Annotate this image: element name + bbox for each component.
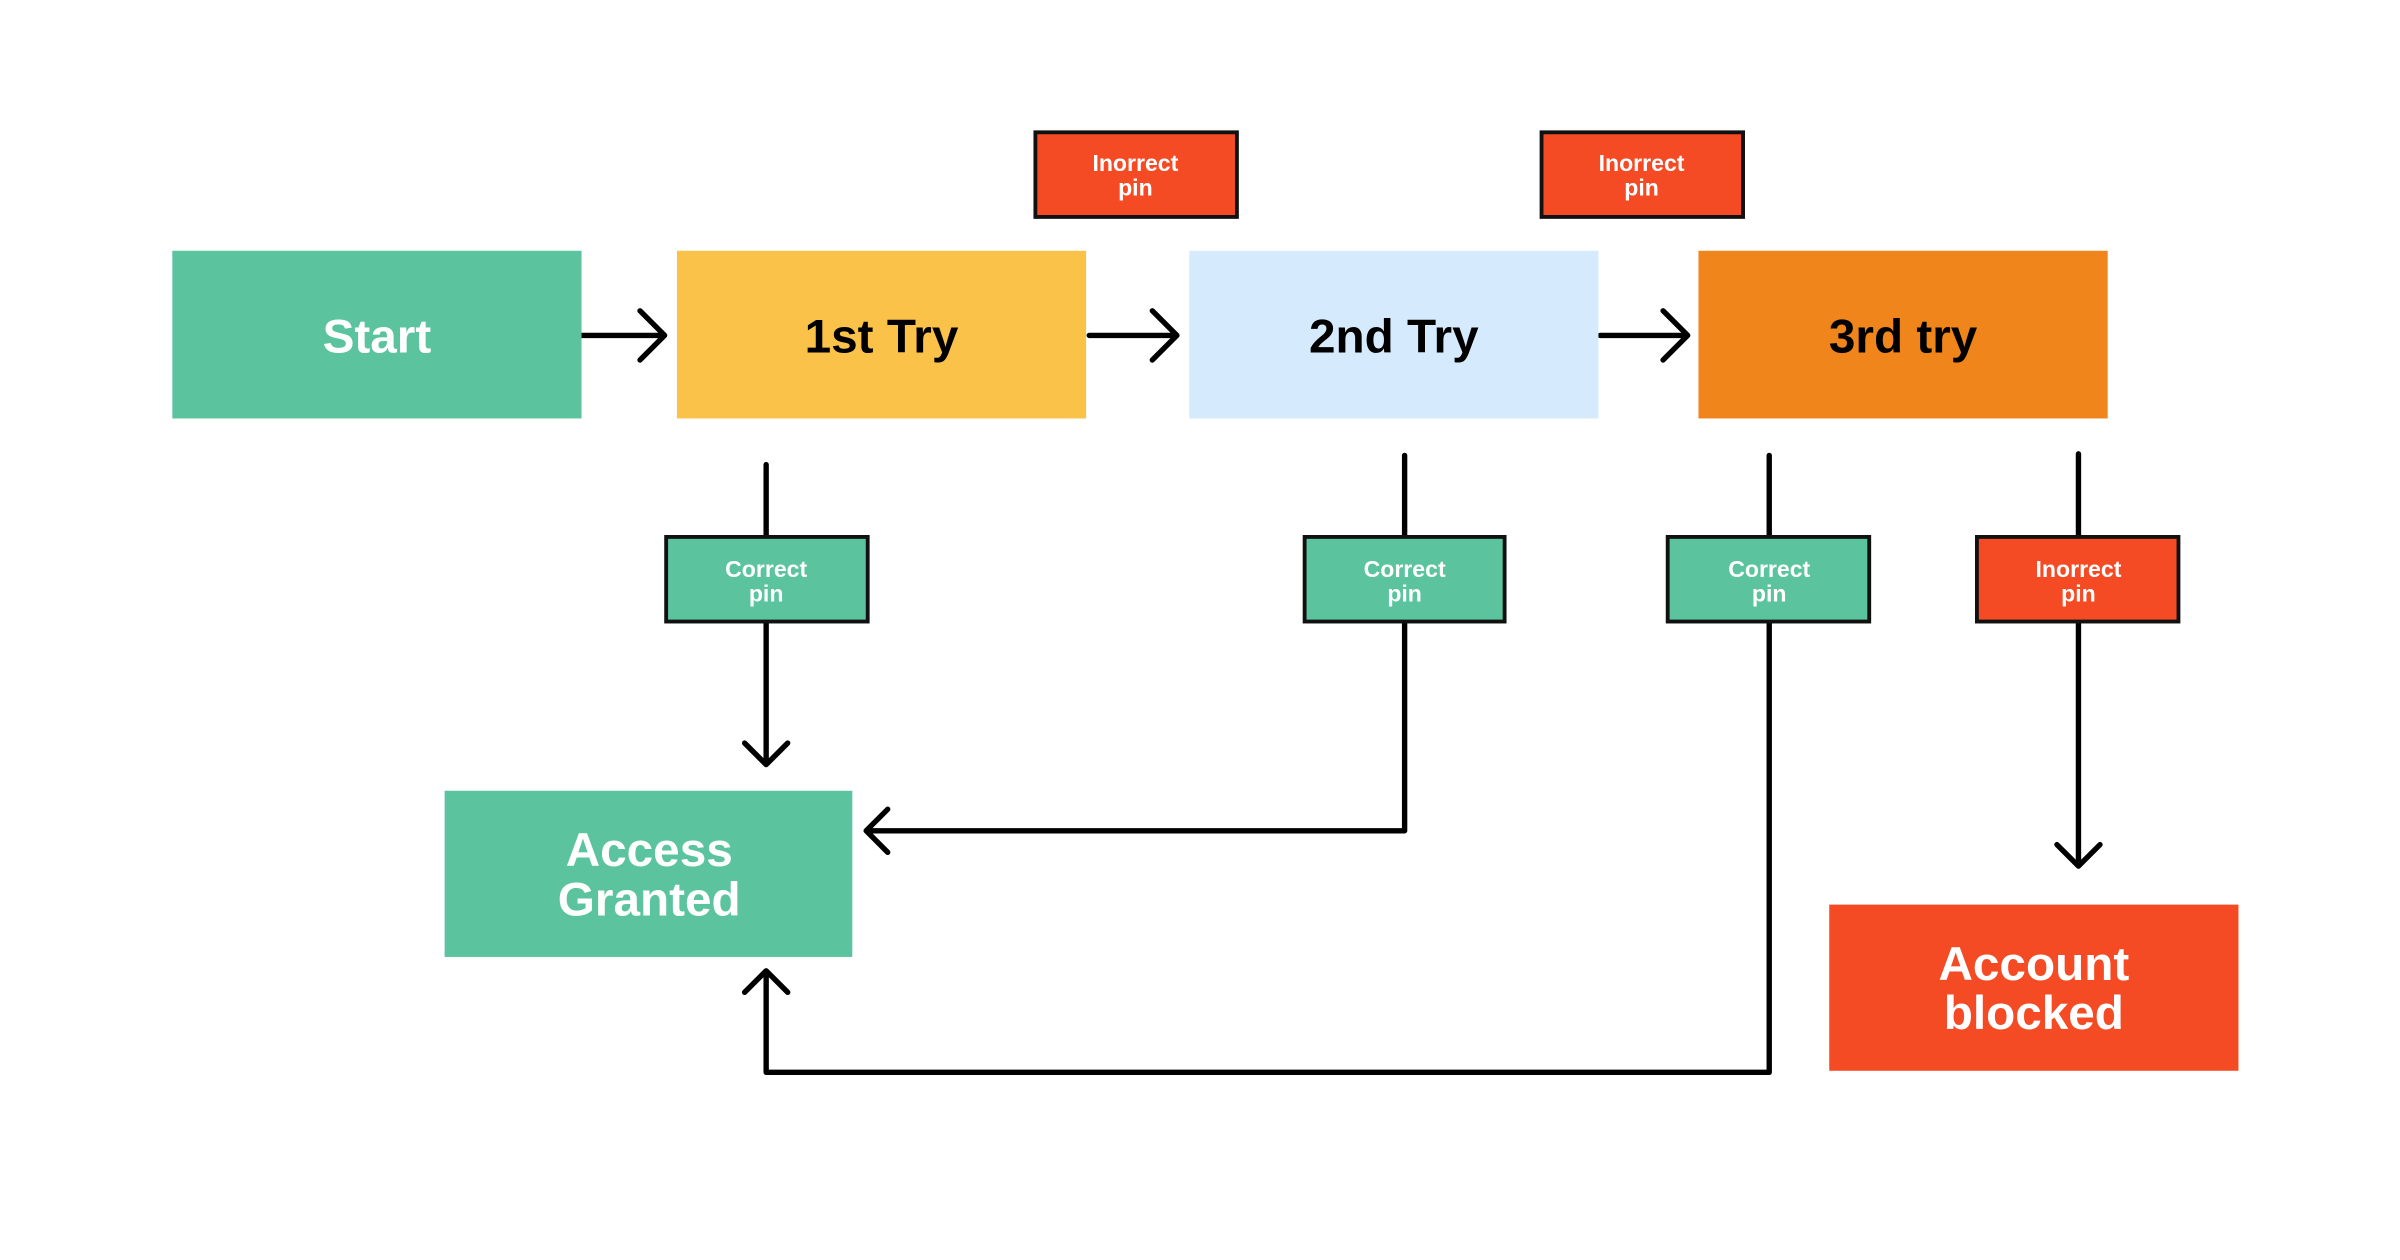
edge-label-try3-incorrect: Inorrect pin xyxy=(1975,535,2181,624)
edge-try2-to-try3 xyxy=(1597,308,1691,363)
edge-label-line1: Correct xyxy=(1728,556,1810,582)
pin-flow-diagram: Start 1st Try 2nd Try 3rd try Access Gra… xyxy=(172,130,2239,1075)
node-blocked-label-line2: blocked xyxy=(1944,987,2124,1040)
edge-label-line2: pin xyxy=(1118,174,1153,200)
edge-label-line2: pin xyxy=(1624,174,1659,200)
edge-try3-to-blocked xyxy=(2054,451,2103,869)
edge-label-line2: pin xyxy=(2061,581,2096,607)
node-try1: 1st Try xyxy=(676,250,1087,419)
edge-label-line1: Inorrect xyxy=(2036,556,2122,582)
node-try3: 3rd try xyxy=(1698,250,2108,419)
edge-label-line2: pin xyxy=(1387,581,1422,607)
edge-try1-to-try2 xyxy=(1086,308,1180,363)
node-blocked-label-line1: Account xyxy=(1938,938,2129,991)
edge-label-try1-correct: Correct pin xyxy=(664,535,870,624)
node-try3-label: 3rd try xyxy=(1829,310,1978,363)
edge-label-line1: Correct xyxy=(725,556,807,582)
edge-label-try2-correct: Correct pin xyxy=(1302,535,1507,624)
edge-try2-to-access xyxy=(863,452,1408,856)
edge-label-try2-to-try3: Inorrect pin xyxy=(1539,130,1745,219)
node-try1-label: 1st Try xyxy=(805,310,959,363)
edge-label-line1: Inorrect xyxy=(1092,150,1178,176)
node-start-label: Start xyxy=(323,310,432,363)
node-access-label-line2: Granted xyxy=(558,873,741,926)
edge-start-to-try1 xyxy=(574,308,668,363)
node-account-blocked: Account blocked xyxy=(1829,904,2239,1071)
edge-label-line1: Correct xyxy=(1364,556,1446,582)
edge-label-line2: pin xyxy=(749,581,784,607)
node-start: Start xyxy=(172,250,582,419)
edge-label-try1-to-try2: Inorrect pin xyxy=(1033,130,1239,219)
edge-label-line2: pin xyxy=(1752,581,1787,607)
node-access-granted: Access Granted xyxy=(444,790,853,957)
node-access-label-line1: Access xyxy=(566,824,733,877)
edge-try3-to-access xyxy=(741,452,1772,1075)
node-try2-label: 2nd Try xyxy=(1309,310,1479,363)
edge-label-line1: Inorrect xyxy=(1599,150,1685,176)
edge-label-try3-correct: Correct pin xyxy=(1665,535,1872,624)
node-try2: 2nd Try xyxy=(1189,250,1599,419)
